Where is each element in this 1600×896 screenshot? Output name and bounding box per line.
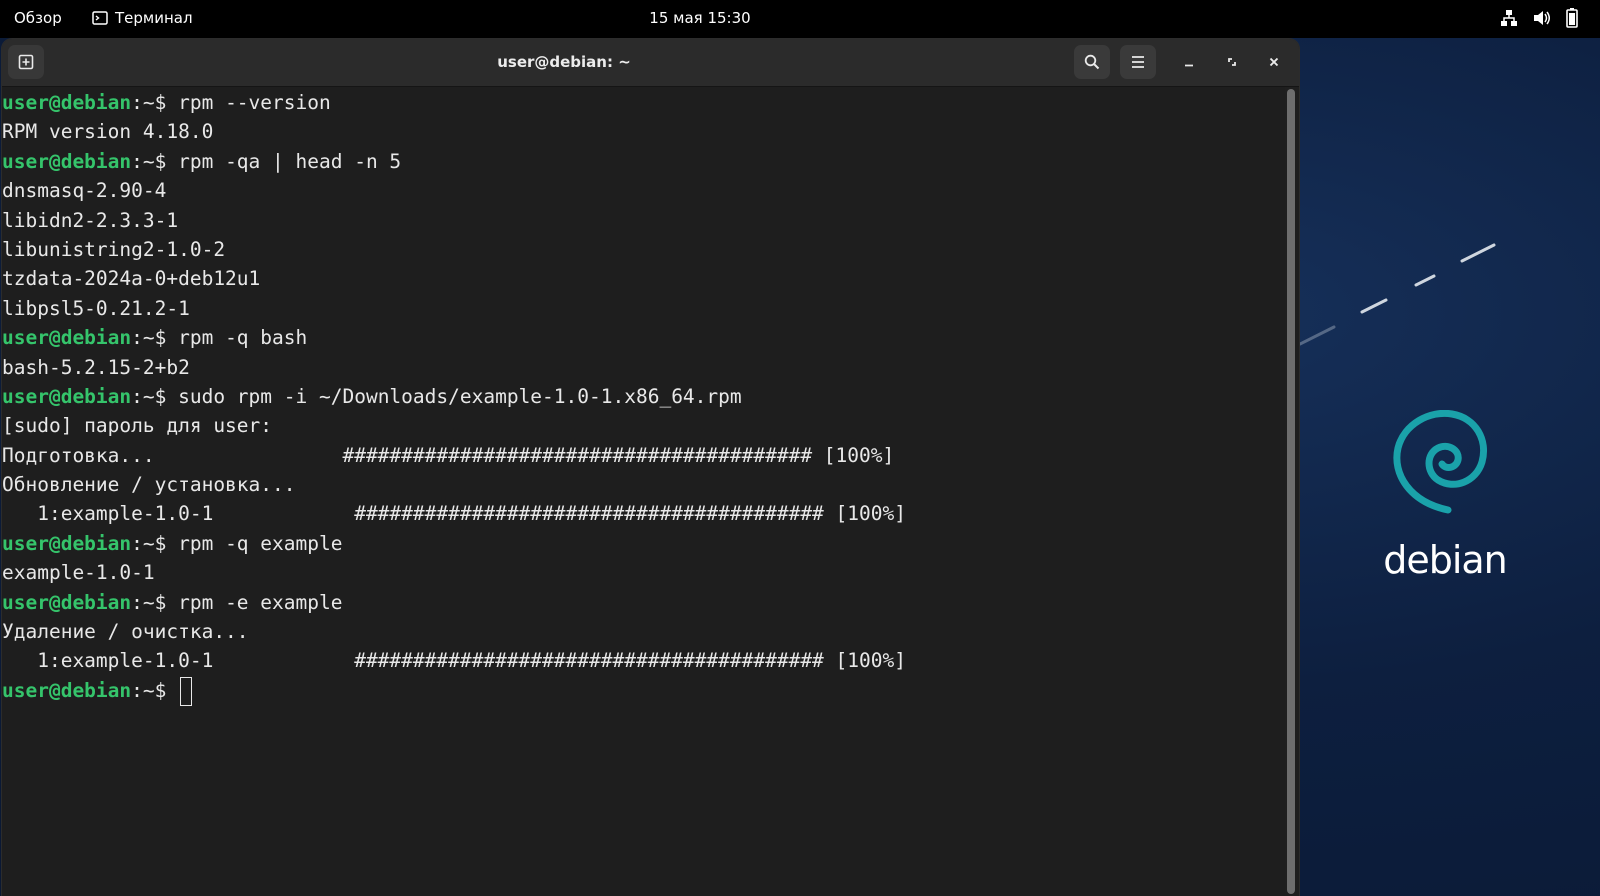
maximize-icon [1228, 58, 1236, 66]
volume-icon [1534, 11, 1550, 25]
terminal-output-line: Удаление / очистка... [2, 620, 249, 644]
prompt-path: :~$ [131, 384, 179, 408]
debian-wordmark: debian [1383, 538, 1508, 582]
terminal-output-line: Подготовка... ##########################… [2, 443, 895, 467]
command-text: rpm -e example [178, 590, 343, 614]
minimize-icon [1185, 64, 1193, 67]
terminal-prompt-line: user@debian:~$ [2, 676, 906, 706]
command-text: rpm -qa | head -n 5 [178, 149, 402, 173]
maximize-button[interactable] [1217, 47, 1247, 77]
terminal-output-line: 1:example-1.0-1 ########################… [2, 502, 906, 526]
prompt-user-host: user@debian [2, 590, 132, 614]
terminal-scrollbar[interactable] [1287, 89, 1295, 894]
prompt-user-host: user@debian [2, 149, 132, 173]
window-title: user@debian: ~ [497, 53, 631, 71]
terminal-output-line: libidn2-2.3.3-1 [2, 208, 179, 232]
command-text: rpm -q bash [178, 326, 308, 350]
minimize-button[interactable] [1174, 47, 1204, 77]
command-text: rpm --version [178, 91, 331, 114]
prompt-path: :~$ [131, 91, 179, 114]
prompt-path: :~$ [131, 149, 179, 173]
top-bar: Обзор Терминал 15 мая 15:30 [0, 0, 1600, 38]
prompt-path: :~$ [131, 678, 179, 702]
terminal-output-line: bash-5.2.15-2+b2 [2, 355, 190, 379]
prompt-user-host: user@debian [2, 91, 132, 114]
terminal-output-line: example-1.0-1 [2, 561, 155, 585]
close-icon [1269, 57, 1279, 67]
search-button[interactable] [1074, 45, 1110, 79]
debian-swirl-logo [1393, 410, 1487, 514]
terminal-prompt-line: user@debian:~$ rpm -qa | head -n 5 [2, 147, 906, 176]
terminal-prompt-line: user@debian:~$ rpm -q bash [2, 323, 906, 352]
prompt-user-host: user@debian [2, 678, 132, 702]
terminal-output-line: [sudo] пароль для user: [2, 414, 273, 438]
terminal-window: user@debian: ~ user@debian:~$ rpm --vers… [2, 39, 1299, 896]
text-cursor [180, 676, 193, 706]
main-menu-button[interactable] [1120, 45, 1156, 79]
battery-icon [1566, 8, 1578, 28]
prompt-path: :~$ [131, 326, 179, 350]
network-icon [1501, 10, 1517, 26]
prompt-user-host: user@debian [2, 531, 132, 555]
wallpaper-dashed-line [1300, 243, 1496, 346]
terminal-output-line: libpsl5-0.21.2-1 [2, 296, 190, 320]
command-text: rpm -q example [178, 531, 343, 555]
terminal-output-line: tzdata-2024a-0+deb12u1 [2, 267, 261, 291]
window-headerbar[interactable]: user@debian: ~ [2, 39, 1299, 87]
prompt-path: :~$ [131, 531, 179, 555]
terminal-output-line: RPM version 4.18.0 [2, 120, 214, 144]
terminal-prompt-line: user@debian:~$ rpm --version [2, 88, 906, 117]
terminal-prompt-line: user@debian:~$ rpm -q example [2, 529, 906, 558]
prompt-user-host: user@debian [2, 384, 132, 408]
search-icon [1084, 54, 1100, 70]
terminal-output[interactable]: user@debian:~$ rpm --version RPM version … [2, 87, 1285, 896]
clock[interactable]: 15 мая 15:30 [0, 9, 1400, 27]
prompt-user-host: user@debian [2, 326, 132, 350]
close-button[interactable] [1259, 47, 1289, 77]
terminal-prompt-line: user@debian:~$ rpm -e example [2, 588, 906, 617]
terminal-prompt-line: user@debian:~$ sudo rpm -i ~/Downloads/e… [2, 382, 906, 411]
terminal-output-line: libunistring2-1.0-2 [2, 237, 226, 261]
hamburger-menu-icon [1132, 56, 1144, 68]
terminal-output-line: Обновление / установка... [2, 473, 296, 497]
prompt-path: :~$ [131, 590, 179, 614]
terminal-lines: user@debian:~$ rpm --version RPM version … [2, 88, 906, 706]
command-text: sudo rpm -i ~/Downloads/example-1.0-1.x8… [178, 384, 742, 408]
system-status-area[interactable] [1500, 8, 1578, 28]
terminal-output-line: 1:example-1.0-1 ########################… [2, 649, 906, 673]
terminal-output-line: dnsmasq-2.90-4 [2, 179, 167, 203]
